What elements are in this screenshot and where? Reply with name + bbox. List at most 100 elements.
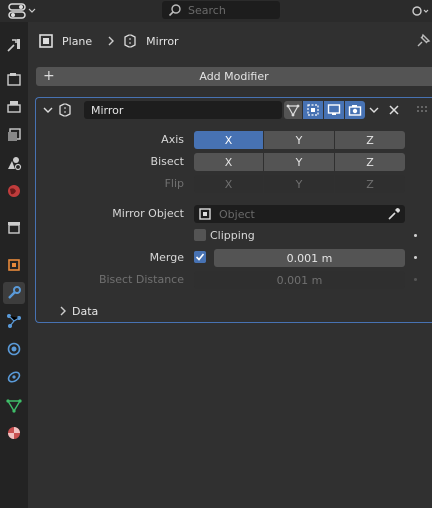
chevron-down-icon [369, 107, 379, 113]
particles-icon [7, 314, 21, 328]
clipping-checkbox[interactable] [194, 229, 206, 241]
view-layer-icon [8, 128, 21, 141]
mirror-modifier-icon [124, 34, 136, 48]
material-icon [8, 427, 20, 439]
bisect-label: Bisect [150, 155, 184, 168]
bisect-distance-keyframe-dot[interactable] [414, 278, 417, 281]
edit-mode-toggle[interactable] [284, 101, 302, 119]
physics-icon [7, 342, 21, 356]
tab-scene[interactable] [3, 152, 25, 174]
collapse-toggle[interactable] [42, 104, 54, 116]
wrench-icon [8, 286, 21, 299]
add-modifier-button[interactable]: + Add Modifier [36, 67, 432, 86]
clipping-keyframe-dot[interactable] [414, 234, 417, 237]
tab-view-layer[interactable] [3, 124, 25, 146]
tab-constraints[interactable] [3, 366, 25, 388]
tab-data[interactable] [3, 394, 25, 416]
add-modifier-label: Add Modifier [199, 70, 269, 83]
drag-handle[interactable] [414, 104, 430, 116]
axis-label: Axis [161, 133, 184, 146]
data-subpanel-label: Data [72, 304, 99, 318]
editmode-icon [307, 104, 319, 116]
pin-icon [417, 33, 431, 47]
breadcrumb: Plane Mirror [36, 30, 396, 52]
object-icon [8, 259, 20, 271]
tab-output[interactable] [3, 96, 25, 118]
tab-modifiers[interactable] [3, 282, 25, 304]
editor-type-dropdown[interactable] [8, 2, 38, 20]
object-data-icon [39, 34, 53, 48]
vertex-triangle-icon [286, 104, 300, 117]
axis-y-toggle[interactable]: Y [264, 131, 334, 149]
editor-type-icon [8, 3, 26, 19]
mesh-data-icon [6, 399, 22, 413]
tab-physics[interactable] [3, 338, 25, 360]
bisect-z-toggle[interactable]: Z [335, 153, 405, 171]
mirror-object-label: Mirror Object [112, 207, 184, 220]
bisect-distance-label: Bisect Distance [98, 273, 184, 286]
breadcrumb-modifier: Mirror [146, 34, 179, 48]
merge-distance-field[interactable]: 0.001 m [214, 249, 405, 267]
modifier-menu-dropdown[interactable] [368, 103, 380, 117]
flip-y-toggle[interactable]: Y [264, 175, 334, 193]
tab-object[interactable] [3, 254, 25, 276]
merge-keyframe-dot[interactable] [414, 256, 417, 259]
tab-material[interactable] [3, 422, 25, 444]
clipping-label: Clipping [210, 229, 255, 242]
chevron-down-icon [43, 107, 53, 113]
merge-checkbox[interactable] [194, 251, 206, 263]
monitor-icon [327, 104, 341, 115]
grip-icon [417, 106, 427, 112]
close-icon [389, 105, 399, 115]
checkmark-icon [195, 253, 205, 261]
tool-icon [7, 39, 20, 52]
world-icon [8, 185, 20, 197]
render-toggle[interactable] [345, 101, 365, 119]
mirror-modifier-icon [59, 103, 71, 117]
flip-z-toggle[interactable]: Z [335, 175, 405, 193]
realtime-toggle[interactable] [324, 101, 344, 119]
search-icon [168, 4, 181, 17]
options-dropdown[interactable] [410, 2, 430, 20]
options-icon [412, 6, 429, 16]
eyedropper-icon[interactable] [387, 207, 401, 221]
tab-particles[interactable] [3, 310, 25, 332]
axis-z-toggle[interactable]: Z [335, 131, 405, 149]
breadcrumb-object: Plane [62, 34, 93, 48]
modifier-name-field[interactable]: Mirror [84, 101, 282, 119]
constraints-icon [7, 371, 21, 383]
modifier-type-icon [57, 102, 73, 118]
object-data-icon [199, 208, 211, 220]
tab-collection[interactable] [3, 216, 25, 238]
properties-tabs [0, 22, 28, 508]
modifier-name: Mirror [91, 103, 124, 117]
chevron-down-icon [28, 8, 36, 13]
collection-icon [8, 222, 20, 234]
pin-button[interactable] [414, 32, 432, 50]
chevron-right-icon [108, 36, 115, 46]
remove-modifier-button[interactable] [387, 103, 401, 117]
flip-label: Flip [164, 177, 184, 190]
bisect-x-toggle[interactable]: X [194, 153, 263, 171]
render-icon [7, 73, 21, 86]
bisect-y-toggle[interactable]: Y [264, 153, 334, 171]
output-icon [7, 101, 21, 113]
merge-label: Merge [149, 251, 184, 264]
axis-x-toggle[interactable]: X [194, 131, 263, 149]
flip-x-toggle[interactable]: X [194, 175, 263, 193]
data-subpanel-header[interactable]: Data [58, 302, 178, 320]
on-cage-toggle[interactable] [303, 101, 323, 119]
mirror-object-placeholder: Object [219, 207, 255, 221]
tab-world[interactable] [3, 180, 25, 202]
tab-tool[interactable] [3, 34, 25, 56]
tab-render[interactable] [3, 68, 25, 90]
camera-icon [348, 105, 362, 116]
search-placeholder: Search [188, 3, 226, 17]
scene-icon [8, 157, 22, 171]
properties-header: Search [0, 0, 432, 22]
plus-icon: + [43, 68, 55, 84]
search-input[interactable]: Search [162, 1, 280, 19]
chevron-right-icon [60, 306, 66, 316]
bisect-distance-field[interactable]: 0.001 m [194, 271, 405, 289]
mirror-object-field[interactable]: Object [194, 205, 405, 223]
